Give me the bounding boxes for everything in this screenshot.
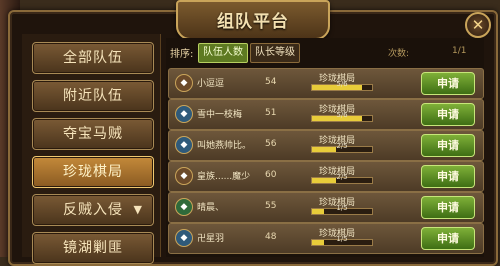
menu-item-jinghu-bandits[interactable]: 镜湖剿匪 xyxy=(32,232,154,264)
title-plaque: 组队平台 xyxy=(176,0,330,40)
class-icon: ◆ xyxy=(175,136,193,154)
window-title: 组队平台 xyxy=(217,12,289,32)
apply-button[interactable]: 申请 xyxy=(421,227,475,250)
menu-item-treasure-bandits[interactable]: 夺宝马贼 xyxy=(32,118,154,150)
team-row[interactable]: ◆ 叫她燕帅比。 56 珍珑棋局 2/5 申请 xyxy=(168,130,484,161)
class-icon: ◆ xyxy=(175,74,193,92)
menu-item-label: 珍珑棋局 xyxy=(63,164,123,180)
apply-button[interactable]: 申请 xyxy=(421,196,475,219)
member-count: 5/6 xyxy=(336,80,348,88)
menu-item-label: 夺宝马贼 xyxy=(63,126,123,142)
team-row[interactable]: ◆ 皇族......魔少 60 珍珑棋局 2/5 申请 xyxy=(168,161,484,192)
menu-item-label: 附近队伍 xyxy=(63,88,123,104)
menu-item-label: 镜湖剿匪 xyxy=(63,240,123,256)
leader-name: 雪中一枝梅 xyxy=(197,110,243,120)
leader-level: 48 xyxy=(265,232,277,242)
apply-button[interactable]: 申请 xyxy=(421,165,475,188)
team-list-panel: 排序: 队伍人数 队长等级 次数: 1/1 ◆ 小逗逗 54 珍珑棋局 5/6 申请 ◆ 雪中… xyxy=(166,38,484,257)
leader-name: 皇族......魔少 xyxy=(197,172,251,182)
sort-label: 排序: xyxy=(170,49,194,60)
class-icon: ◆ xyxy=(175,105,193,123)
leader-level: 56 xyxy=(265,139,277,149)
class-icon: ◆ xyxy=(175,229,193,247)
team-row[interactable]: ◆ 雪中一枝梅 51 珍珑棋局 5/6 申请 xyxy=(168,99,484,130)
leader-level: 60 xyxy=(265,170,277,180)
member-count: 2/5 xyxy=(336,142,348,150)
member-progress-bar: 1/5 xyxy=(311,235,373,246)
member-progress-bar: 2/5 xyxy=(311,142,373,153)
team-row[interactable]: ◆ 小逗逗 54 珍珑棋局 5/6 申请 xyxy=(168,68,484,99)
leader-name: 叫她燕帅比。 xyxy=(197,141,252,151)
leader-level: 51 xyxy=(265,108,277,118)
member-progress-bar: 1/5 xyxy=(311,204,373,215)
sort-by-leader-level[interactable]: 队长等级 xyxy=(250,43,300,63)
menu-item-nearby-teams[interactable]: 附近队伍 xyxy=(32,80,154,112)
apply-button[interactable]: 申请 xyxy=(421,134,475,157)
member-count: 1/5 xyxy=(336,204,348,212)
member-progress-bar: 5/6 xyxy=(311,80,373,91)
apply-button[interactable]: 申请 xyxy=(421,103,475,126)
member-count: 1/5 xyxy=(336,235,348,243)
leader-level: 55 xyxy=(265,201,277,211)
page-indicator: 1/1 xyxy=(452,46,467,56)
leader-level: 54 xyxy=(265,77,277,87)
chevron-down-icon[interactable]: ▼ xyxy=(134,195,143,225)
class-icon: ◆ xyxy=(175,167,193,185)
sort-bar: 排序: 队伍人数 队长等级 次数: 1/1 xyxy=(166,42,484,64)
sort-by-member-count[interactable]: 队伍人数 xyxy=(198,43,248,63)
leader-name: 卍星羽 xyxy=(197,234,225,244)
leader-name: 晴晨、 xyxy=(197,203,225,213)
attempts-label: 次数: xyxy=(388,49,410,59)
member-progress-bar: 5/6 xyxy=(311,111,373,122)
menu-item-rebel-invasion[interactable]: 反贼入侵 ▼ xyxy=(32,194,154,226)
menu-item-label: 全部队伍 xyxy=(63,50,123,66)
team-row[interactable]: ◆ 卍星羽 48 珍珑棋局 1/5 申请 xyxy=(168,223,484,254)
close-icon[interactable]: ✕ xyxy=(465,12,491,38)
menu-item-all-teams[interactable]: 全部队伍 xyxy=(32,42,154,74)
category-menu: 全部队伍 附近队伍 夺宝马贼 珍珑棋局 反贼入侵 ▼ 镜湖剿匪 xyxy=(22,34,161,264)
leader-name: 小逗逗 xyxy=(197,79,225,89)
class-icon: ◆ xyxy=(175,198,193,216)
member-count: 2/5 xyxy=(336,173,348,181)
member-progress-bar: 2/5 xyxy=(311,173,373,184)
menu-item-label: 反贼入侵 xyxy=(63,202,123,218)
apply-button[interactable]: 申请 xyxy=(421,72,475,95)
team-row[interactable]: ◆ 晴晨、 55 珍珑棋局 1/5 申请 xyxy=(168,192,484,223)
menu-item-zhenlong-chess[interactable]: 珍珑棋局 xyxy=(32,156,154,188)
member-count: 5/6 xyxy=(336,111,348,119)
